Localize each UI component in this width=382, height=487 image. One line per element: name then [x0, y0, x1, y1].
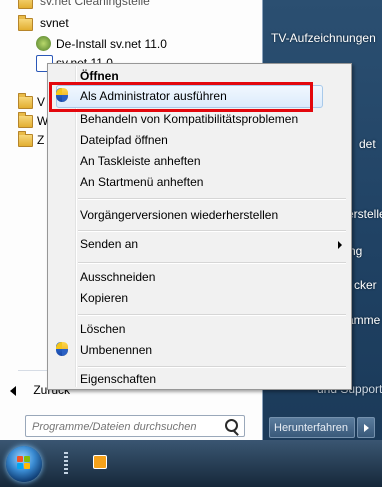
right-pane-item[interactable]: det [359, 137, 376, 151]
menu-item-pin-start[interactable]: An Startmenü anheften [80, 172, 203, 192]
menu-item-pin-taskbar[interactable]: An Taskleiste anheften [80, 151, 201, 171]
taskbar [0, 440, 382, 487]
folder-icon[interactable] [18, 112, 33, 128]
context-menu: Öffnen Als Administrator ausführen Behan… [47, 63, 352, 390]
folder-icon[interactable] [18, 131, 33, 147]
uac-shield-icon [56, 342, 68, 356]
menu-separator [78, 230, 346, 232]
menu-item-restore-versions[interactable]: Vorgängerversionen wiederherstellen [80, 205, 278, 225]
right-pane-item[interactable]: cker [354, 278, 377, 292]
folder-icon [18, 0, 33, 9]
folder-icon [18, 15, 33, 31]
menu-separator [78, 198, 346, 200]
back-arrow-icon [10, 385, 16, 396]
gear-icon [36, 36, 51, 51]
shutdown-button[interactable]: Herunterfahren [269, 417, 355, 438]
program-item-label: svnet [40, 16, 69, 30]
menu-item-compatibility[interactable]: Behandeln von Kompatibilitätsproblemen [80, 109, 298, 129]
search-icon[interactable] [225, 419, 238, 432]
menu-item-properties[interactable]: Eigenschaften [80, 369, 156, 389]
menu-item-open-file-location[interactable]: Dateipfad öffnen [80, 130, 168, 150]
menu-separator [78, 314, 346, 316]
submenu-arrow-icon [338, 241, 342, 249]
taskbar-app-icon[interactable] [93, 455, 107, 469]
folder-letter: V [37, 95, 46, 109]
folder-icon[interactable] [18, 93, 33, 109]
right-pane-item[interactable]: amme [347, 313, 380, 327]
menu-separator [78, 262, 346, 264]
menu-item-rename[interactable]: Umbenennen [80, 340, 152, 360]
menu-item-cut[interactable]: Ausschneiden [80, 267, 155, 287]
search-box[interactable] [25, 415, 245, 437]
red-highlight-box [49, 82, 313, 112]
program-item-label: De-Install sv.net 11.0 [56, 37, 167, 51]
menu-item-copy[interactable]: Kopieren [80, 288, 128, 308]
right-pane-item-tv[interactable]: TV-Aufzeichnungen [271, 31, 376, 45]
program-item-label: sv.net Cleaningstelle [40, 0, 150, 8]
menu-item-send-to[interactable]: Senden an [80, 234, 138, 254]
search-input[interactable] [30, 418, 220, 436]
right-pane-item[interactable]: erstelle [347, 207, 382, 221]
menu-gutter [75, 66, 77, 387]
windows-logo-icon [17, 456, 31, 470]
menu-separator [78, 366, 346, 368]
taskbar-grip [64, 452, 68, 474]
menu-item-delete[interactable]: Löschen [80, 319, 125, 339]
shutdown-options-arrow-icon[interactable] [357, 417, 375, 438]
folder-letter: Z [37, 133, 45, 147]
